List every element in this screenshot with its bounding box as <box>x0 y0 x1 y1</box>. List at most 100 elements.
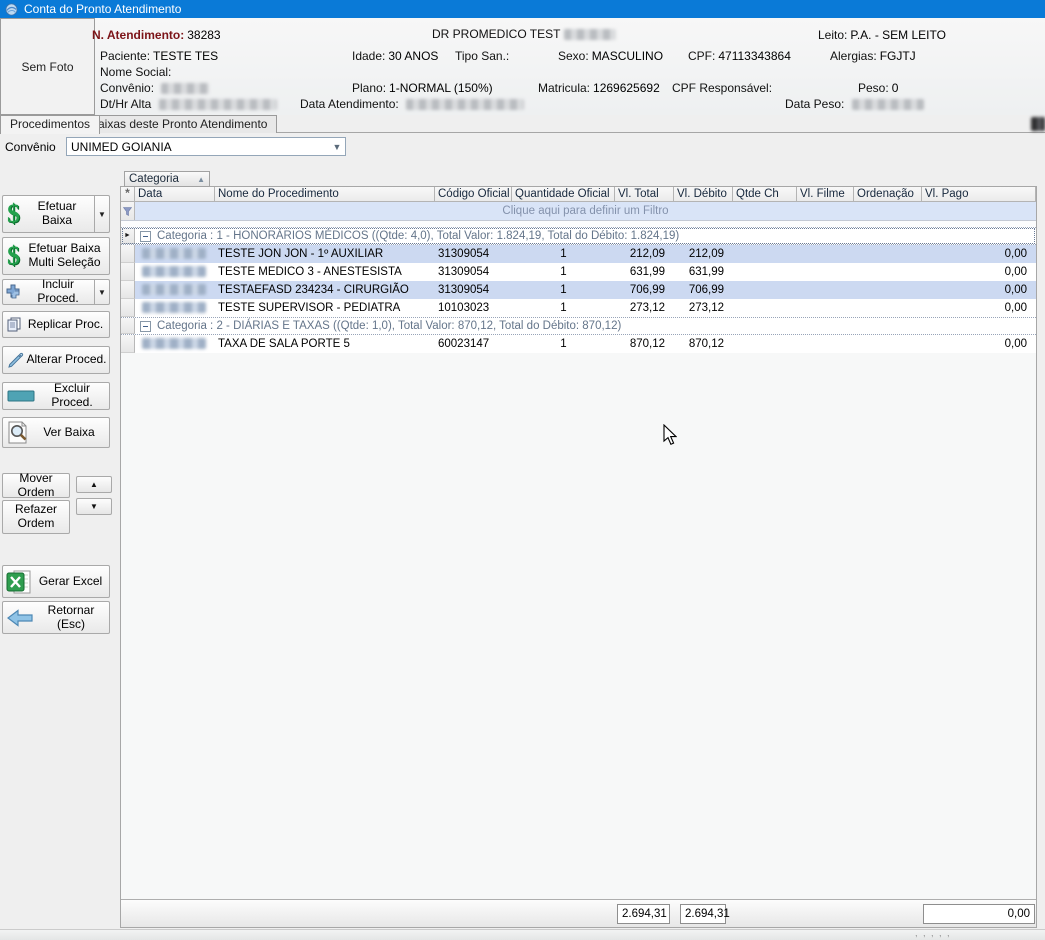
title-bar[interactable]: Conta do Pronto Atendimento <box>0 0 1045 18</box>
filter-funnel-icon <box>121 202 135 220</box>
group-row-label: Categoria : 1 - HONORÁRIOS MÉDICOS ((Qtd… <box>157 230 679 242</box>
convenio-combobox[interactable]: UNIMED GOIANIA ▼ <box>66 137 346 156</box>
cell-vl_pago: 0,00 <box>922 281 1036 299</box>
column-header-codigo[interactable]: Código Oficial <box>435 187 512 202</box>
field-leito: Leito:P.A. - SEM LEITO <box>818 28 946 42</box>
redacted-date <box>142 284 206 295</box>
efetuar-baixa-multi-button[interactable]: $ Efetuar Baixa Multi Seleção <box>2 237 110 275</box>
column-header-vl_total[interactable]: Vl. Total <box>615 187 674 202</box>
column-header-data[interactable]: Data <box>135 187 215 202</box>
move-up-button[interactable]: ▲ <box>76 476 112 493</box>
retornar-button[interactable]: Retornar (Esc) <box>2 601 110 634</box>
cell-nome: TAXA DE SALA PORTE 5 <box>215 335 435 353</box>
cell-qtde_ch <box>733 245 797 263</box>
redacted-doctor <box>564 29 616 40</box>
cell-vl_debito: 706,99 <box>674 281 733 299</box>
collapse-minus-icon[interactable] <box>140 321 151 332</box>
field-convenio: Convênio: <box>100 81 209 95</box>
field-nome-social: Nome Social: <box>100 65 174 79</box>
cell-vl_filme <box>797 263 854 281</box>
collapse-minus-icon[interactable] <box>140 231 151 242</box>
pencil-icon <box>7 352 24 369</box>
ver-baixa-button[interactable]: Ver Baixa <box>2 417 110 448</box>
cell-qtde_ch <box>733 263 797 281</box>
cell-vl_pago: 0,00 <box>922 299 1036 317</box>
column-header-vl_pago[interactable]: Vl. Pago <box>922 187 1036 202</box>
cell-qtd: 1 <box>512 281 615 299</box>
cell-vl_pago: 0,00 <box>922 263 1036 281</box>
procedure-row[interactable]: TAXA DE SALA PORTE 5600231471870,12870,1… <box>121 335 1036 353</box>
column-header-vl_filme[interactable]: Vl. Filme <box>797 187 854 202</box>
field-n-atendimento: N. Atendimento:38283 <box>92 28 221 42</box>
grid-filter-row[interactable]: Clique aqui para definir um Filtro <box>121 202 1036 221</box>
sort-ascending-icon: ▲ <box>197 175 205 184</box>
column-header-qtde_ch[interactable]: Qtde Ch <box>733 187 797 202</box>
move-down-button[interactable]: ▼ <box>76 498 112 515</box>
column-header-ordenacao[interactable]: Ordenação <box>854 187 922 202</box>
summary-vl_pago: 0,00 <box>923 904 1035 924</box>
group-row[interactable]: ►Categoria : 1 - HONORÁRIOS MÉDICOS ((Qt… <box>121 227 1036 245</box>
group-by-categoria-button[interactable]: Categoria ▲ <box>124 171 210 187</box>
incluir-proced-button[interactable]: Incluir Proced. ▼ <box>2 279 110 305</box>
group-row-content: Categoria : 1 - HONORÁRIOS MÉDICOS ((Qtd… <box>135 228 1036 244</box>
tab-baixas-pronto-atendimento[interactable]: Baixas deste Pronto Atendimento <box>80 115 277 133</box>
row-indicator-cell <box>121 245 135 263</box>
procedure-row[interactable]: TESTE JON JON - 1º AUXILIAR313090541212,… <box>121 245 1036 263</box>
cell-codigo: 31309054 <box>435 263 512 281</box>
tab-procedimentos[interactable]: Procedimentos <box>0 115 100 134</box>
refazer-ordem-button[interactable]: Refazer Ordem <box>2 500 70 534</box>
delete-bar-icon <box>7 390 35 402</box>
cell-vl_debito: 212,09 <box>674 245 733 263</box>
procedure-row[interactable]: TESTAEFASD 234234 - CIRURGIÃO31309054170… <box>121 281 1036 299</box>
row-indicator-cell <box>121 263 135 281</box>
field-cpf: CPF:47113343864 <box>688 49 791 63</box>
group-row[interactable]: Categoria : 2 - DIÁRIAS E TAXAS ((Qtde: … <box>121 317 1036 335</box>
redacted-tab-corner <box>1031 117 1045 131</box>
window-title: Conta do Pronto Atendimento <box>24 2 181 16</box>
replicar-proc-button[interactable]: Replicar Proc. <box>2 311 110 338</box>
cell-codigo: 31309054 <box>435 245 512 263</box>
efetuar-baixa-dropdown[interactable]: ▼ <box>94 196 109 232</box>
excel-icon <box>6 569 32 595</box>
field-cpf-responsavel: CPF Responsável: <box>672 81 775 95</box>
convenio-row: Convênio UNIMED GOIANIA ▼ <box>0 134 1045 160</box>
cell-codigo: 10103023 <box>435 299 512 317</box>
redacted-date <box>142 248 206 259</box>
field-matricula: Matricula:1269625692 <box>538 81 660 95</box>
column-header-vl_debito[interactable]: Vl. Débito <box>674 187 733 202</box>
gerar-excel-button[interactable]: Gerar Excel <box>2 565 110 598</box>
field-paciente: Paciente:TESTE TES <box>100 49 218 63</box>
column-header-qtd[interactable]: Quantidade Oficial <box>512 187 615 202</box>
magnifier-document-icon <box>7 421 29 445</box>
arrow-up-icon: ▲ <box>90 480 98 489</box>
excluir-proced-button[interactable]: Excluir Proced. <box>2 382 110 410</box>
column-header-nome[interactable]: Nome do Procedimento <box>215 187 435 202</box>
mover-ordem-button[interactable]: Mover Ordem <box>2 473 70 498</box>
redacted-dt-hr-alta <box>159 99 277 110</box>
procedure-row[interactable]: TESTE SUPERVISOR - PEDIATRA101030231273,… <box>121 299 1036 317</box>
procedure-row[interactable]: TESTE MEDICO 3 - ANESTESISTA313090541631… <box>121 263 1036 281</box>
row-indicator-header-icon: * <box>121 187 135 202</box>
dollar-icon: $ <box>7 201 20 227</box>
field-data-atendimento: Data Atendimento: <box>300 97 524 111</box>
chevron-down-icon[interactable]: ▼ <box>329 142 345 152</box>
group-row-content: Categoria : 2 - DIÁRIAS E TAXAS ((Qtde: … <box>135 318 1036 334</box>
summary-vl_total: 2.694,31 <box>617 904 670 924</box>
redacted-date <box>142 338 206 349</box>
incluir-proced-dropdown[interactable]: ▼ <box>94 280 109 304</box>
cell-nome: TESTE JON JON - 1º AUXILIAR <box>215 245 435 263</box>
cell-data <box>135 245 215 263</box>
cell-vl_debito: 273,12 <box>674 299 733 317</box>
group-row-label: Categoria : 2 - DIÁRIAS E TAXAS ((Qtde: … <box>157 320 621 332</box>
cell-ordenacao <box>854 281 922 299</box>
alterar-proced-button[interactable]: Alterar Proced. <box>2 346 110 374</box>
arrow-down-icon: ▼ <box>90 502 98 511</box>
tab-strip: Procedimentos Baixas deste Pronto Atendi… <box>0 115 1045 133</box>
field-tipo-san: Tipo San.: <box>455 49 512 63</box>
efetuar-baixa-button[interactable]: $ Efetuar Baixa ▼ <box>2 195 110 233</box>
cell-vl_debito: 870,12 <box>674 335 733 353</box>
field-peso: Peso:0 <box>858 81 898 95</box>
cell-data <box>135 299 215 317</box>
field-sexo: Sexo:MASCULINO <box>558 49 663 63</box>
cell-nome: TESTE MEDICO 3 - ANESTESISTA <box>215 263 435 281</box>
